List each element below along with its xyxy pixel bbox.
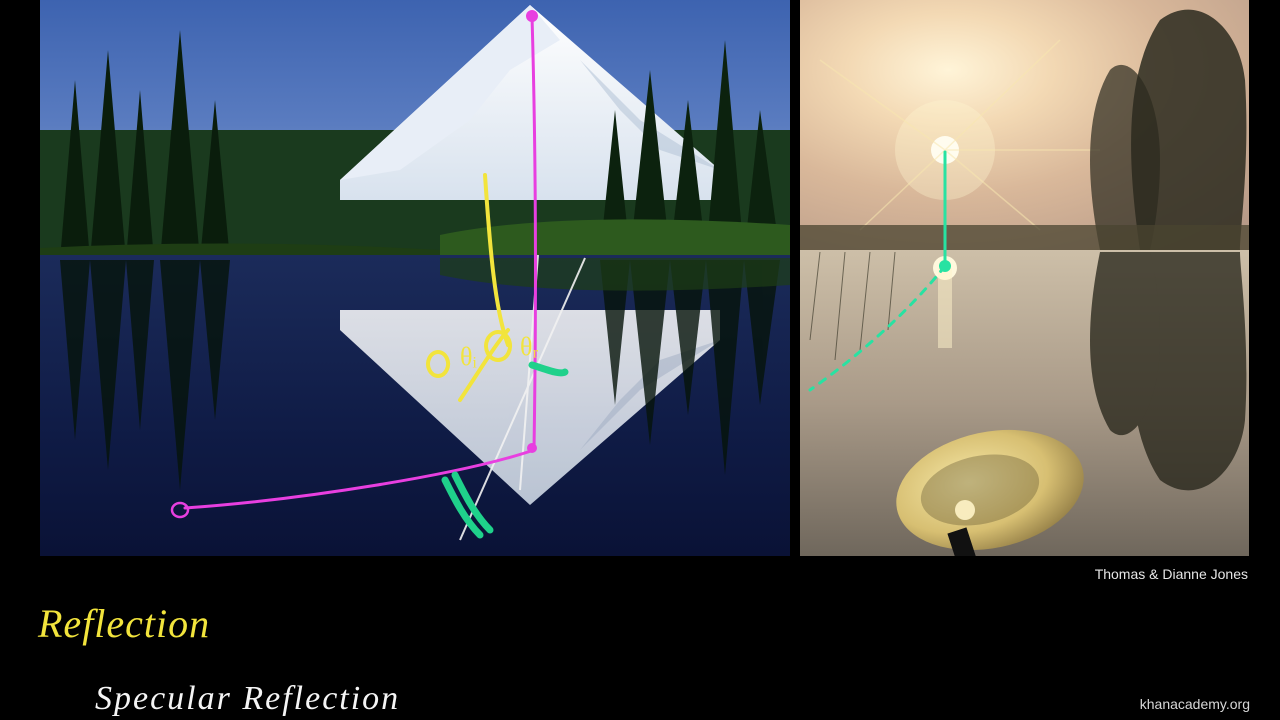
- left-photo-mountain-lake: θᵢ θᵣ: [40, 0, 790, 556]
- video-frame: θᵢ θᵣ: [0, 0, 1280, 720]
- theta-i-label: θᵢ: [460, 342, 477, 371]
- topic-subheading: Specular Reflection: [95, 680, 400, 718]
- right-photo-sunrise-lake: [800, 0, 1249, 556]
- photo-credit: Thomas & Dianne Jones: [1095, 566, 1248, 582]
- theta-r-label: θᵣ: [520, 332, 538, 361]
- topic-heading: Reflection: [38, 600, 210, 647]
- site-watermark: khanacademy.org: [1140, 696, 1250, 712]
